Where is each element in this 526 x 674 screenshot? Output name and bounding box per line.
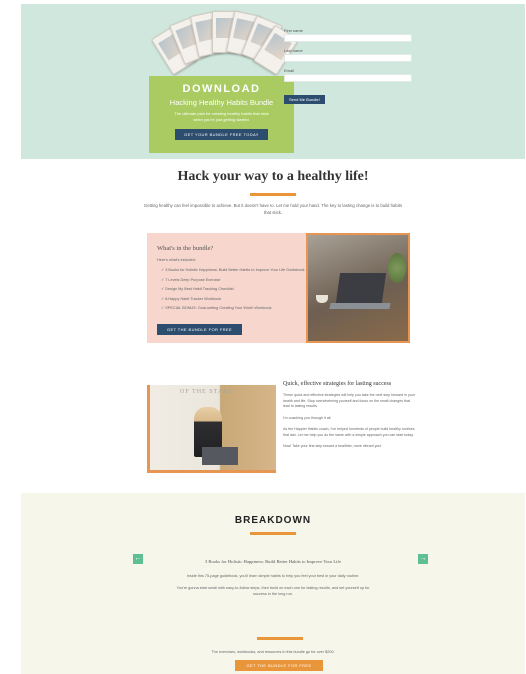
intro-text: Getting healthy can feel impossible to a… xyxy=(143,203,403,215)
bundle-contents-heading: What's in the bundle? xyxy=(157,245,214,252)
send-bundle-button[interactable]: Send Me Bundle! xyxy=(284,95,325,104)
intro-section: Hack your way to a healthy life! Getting… xyxy=(21,159,525,219)
list-item: ✓ SPECIAL BONUS: Goal-setting Creating Y… xyxy=(161,306,272,310)
breakdown-paragraph: You're gonna start small with easy-to-fo… xyxy=(176,586,370,596)
download-box: DOWNLOAD Hacking Healthy Habits Bundle T… xyxy=(149,76,294,153)
download-description: The ultimate plan for creating healthy h… xyxy=(174,111,269,122)
breakdown-heading: BREAKDOWN xyxy=(234,515,312,526)
download-subtitle: Hacking Healthy Habits Bundle xyxy=(169,98,274,107)
list-item: ✓ 7 Levels Deep Purpose Exercise xyxy=(161,277,221,282)
success-paragraph: Now! Take your first step toward a healt… xyxy=(283,444,382,448)
breakdown-footer-text: The exercises, workbooks, and resources … xyxy=(211,650,335,654)
photo-sign-text: OF THE STARS xyxy=(180,389,233,395)
list-item: ✓ Design My Best Habit Tracking Checklis… xyxy=(161,287,234,291)
breakdown-section: BREAKDOWN ← → 3 Books for Holistic Happi… xyxy=(21,493,525,674)
bundle-contents-intro: Here's what's included: xyxy=(157,258,196,262)
list-item-label: 3 Books for Holistic Happiness: Build Be… xyxy=(165,268,305,272)
page-heading: Hack your way to a healthy life! xyxy=(177,169,369,184)
hero-section: DOWNLOAD Hacking Healthy Habits Bundle T… xyxy=(21,4,525,159)
bundle-contents-list: ✓ 3 Books for Holistic Happiness: Build … xyxy=(161,267,306,315)
signup-form: First name Last name Email Send Me Bundl… xyxy=(284,28,412,106)
laptop-base-shape xyxy=(329,303,391,309)
success-section: Quick, effective strategies for lasting … xyxy=(283,381,417,450)
laptop-desk-photo xyxy=(306,233,410,343)
coach-photo: OF THE STARS xyxy=(147,385,276,473)
success-paragraph: I'm coaching you through it all. xyxy=(283,415,332,420)
list-item-label: 7 Levels Deep Purpose Exercise xyxy=(165,277,221,282)
get-bundle-free-button[interactable]: GET THE BUNDLE FOR FREE xyxy=(157,324,243,335)
breakdown-item-title: 3 Books for Holistic Happiness: Build Be… xyxy=(204,559,341,564)
success-paragraph: These quick and effective strategies wil… xyxy=(283,393,415,408)
bundle-cover-images xyxy=(150,9,300,79)
accent-divider xyxy=(257,637,303,640)
breakdown-paragraph: Inside this 75-page guidebook, you'll le… xyxy=(186,574,360,578)
laptop-screen-shape xyxy=(335,273,387,303)
get-bundle-free-button[interactable]: GET THE BUNDLE FOR FREE xyxy=(235,660,323,671)
list-item: ✓ A Happy Habit Tracker Workbook xyxy=(161,296,222,301)
list-item-label: A Happy Habit Tracker Workbook xyxy=(165,296,222,301)
list-item-label: Design My Best Habit Tracking Checklist xyxy=(165,287,234,291)
plant-shape xyxy=(388,253,406,283)
download-title: DOWNLOAD xyxy=(182,83,261,95)
first-name-field[interactable] xyxy=(284,34,412,42)
laptop-shape xyxy=(202,447,238,465)
list-item: ✓ 3 Books for Holistic Happiness: Build … xyxy=(161,268,305,272)
accent-divider xyxy=(250,532,296,535)
last-name-field[interactable] xyxy=(284,54,412,62)
email-field[interactable] xyxy=(284,74,412,82)
get-bundle-button[interactable]: GET YOUR BUNDLE FREE TODAY xyxy=(175,129,268,140)
success-heading: Quick, effective strategies for lasting … xyxy=(283,381,392,387)
coffee-cup-shape xyxy=(316,295,328,303)
accent-divider xyxy=(250,193,296,196)
success-paragraph: As the Happier Habits coach, I've helped… xyxy=(283,427,415,437)
list-item-label: SPECIAL BONUS: Goal-setting Creating You… xyxy=(165,306,272,310)
